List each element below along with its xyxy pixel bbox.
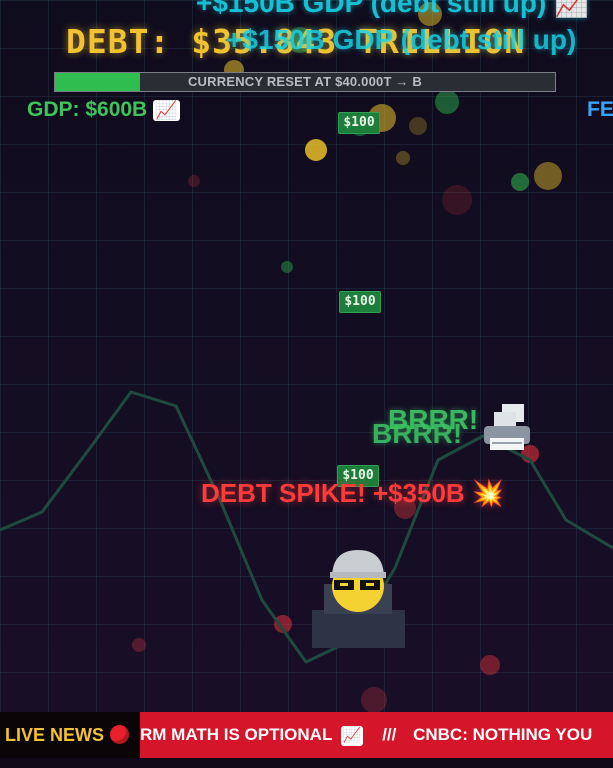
red-circle-icon bbox=[110, 725, 130, 744]
currency-reset-progress-bar: CURRENCY RESET AT $40.000T → B bbox=[54, 72, 556, 92]
ticker-separator: /// bbox=[382, 725, 397, 744]
debt-spike-text: DEBT SPIKE! +$350B 💥 bbox=[201, 478, 505, 508]
news-ticker: RM MATH IS OPTIONAL 📈 /// CNBC: NOTHING … bbox=[0, 712, 613, 758]
ticker-headline-1: RM MATH IS OPTIONAL bbox=[140, 725, 333, 744]
currency-reset-label: CURRENCY RESET AT $40.000T → B bbox=[187, 74, 423, 89]
bottom-strip bbox=[0, 758, 613, 768]
live-news-badge: LIVE NEWS bbox=[0, 712, 140, 758]
edge-stat-label: FE bbox=[587, 98, 613, 121]
ticker-scroll: RM MATH IS OPTIONAL 📈 /// CNBC: NOTHING … bbox=[140, 712, 592, 758]
gdp-label: GDP: $600B bbox=[27, 98, 148, 121]
floating-gdp-gain-text: +$150B GDP (debt still up) 📈 bbox=[196, 0, 589, 18]
gdp-counter: GDP: $600B 📈 bbox=[27, 98, 180, 122]
live-news-label: LIVE NEWS bbox=[5, 725, 105, 745]
chart-increasing-icon: 📈 bbox=[340, 726, 364, 746]
money-printer-icon bbox=[484, 404, 530, 450]
chart-increasing-icon: 📈 bbox=[153, 100, 180, 121]
floating-gdp-gain-text-2: +$150B GDP (debt still up) bbox=[226, 24, 577, 55]
falling-money-bill[interactable]: $100 bbox=[338, 112, 380, 134]
falling-money-bill[interactable]: $100 bbox=[339, 291, 381, 313]
game-canvas[interactable]: +$150B GDP (debt still up) 📈 DEBT: $35.8… bbox=[0, 0, 613, 768]
ticker-headline-2: CNBC: NOTHING YOU bbox=[413, 725, 593, 744]
brrr-text-2: BRRR! bbox=[372, 418, 463, 449]
player-character[interactable] bbox=[312, 548, 405, 648]
